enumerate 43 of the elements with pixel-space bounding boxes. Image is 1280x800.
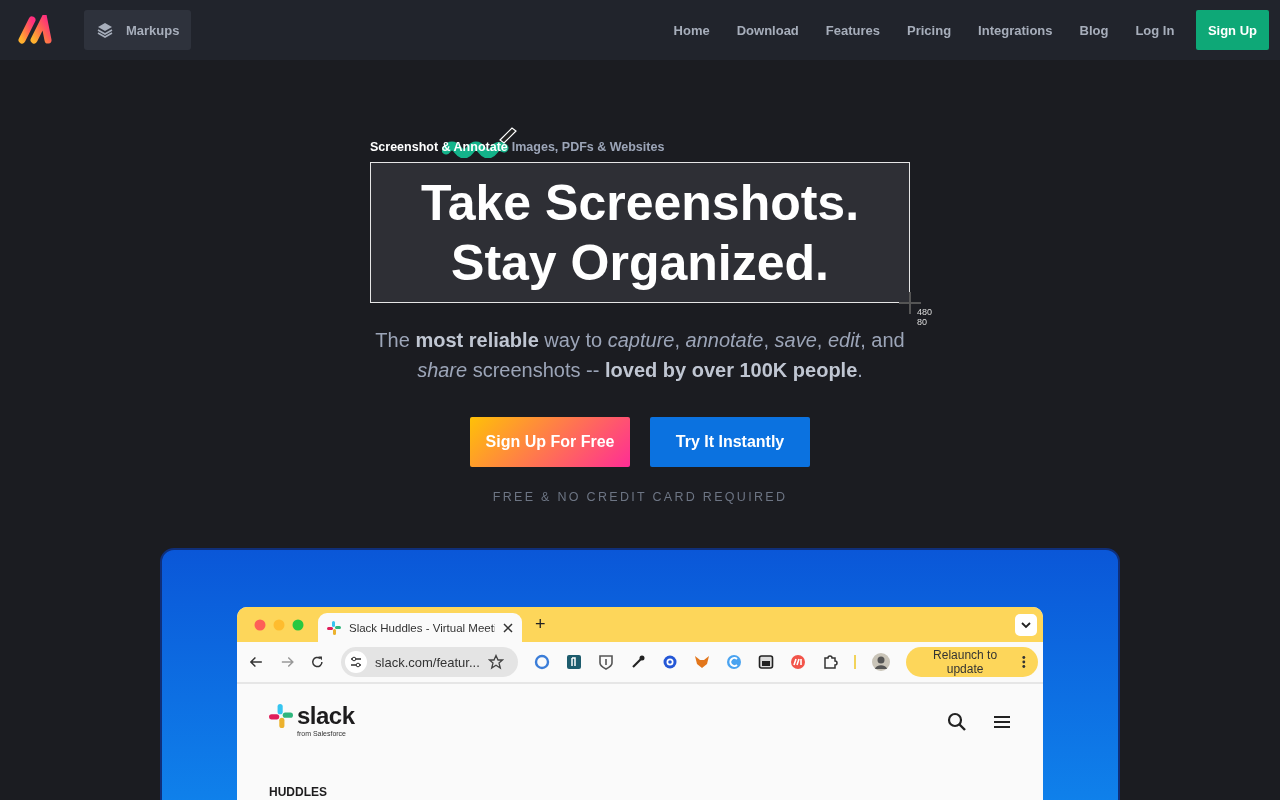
target-icon[interactable] [661,654,678,670]
markups-button[interactable]: Markups [84,10,192,50]
selection-size-label: 480 [917,307,933,317]
close-icon[interactable] [503,622,513,633]
disclaimer-note: FREE & NO CREDIT CARD REQUIRED [492,490,788,504]
layers-icon [96,21,114,39]
menu-icon[interactable] [993,714,1011,730]
address-bar[interactable]: slack.com/featur... [341,647,518,677]
star-icon[interactable] [487,654,504,670]
shield-icon[interactable] [597,654,614,670]
relaunch-button[interactable]: Relaunch to update [905,647,1038,677]
section-label: HUDDLES [269,785,328,799]
search-icon[interactable] [947,712,967,732]
hash-logo-icon [327,620,341,635]
headline: Take Screenshots. [420,173,860,233]
chevron-down-icon[interactable] [1015,613,1037,636]
subtitle: The most reliable way to capture, annotate, save, edit, and share screenshots -- loved by over 100K people. [374,328,906,383]
nav-link[interactable]: Integrations [964,22,1066,38]
new-tab-button[interactable]: + [535,607,546,642]
cta-button[interactable]: Try It Instantly [650,417,810,467]
hash-logo-icon [269,704,293,728]
extension-icon[interactable] [757,654,774,670]
nav-link[interactable]: Home [660,22,724,38]
nav-link[interactable]: Features [812,22,894,38]
eyebrow-heading: Screenshot & Annotate [370,140,508,154]
extension-icon[interactable] [565,654,582,670]
back-arrow-icon[interactable] [249,654,264,670]
puzzle-icon[interactable] [821,654,838,670]
nav-link[interactable]: Pricing [893,22,965,38]
more-vertical-icon [1022,655,1026,669]
selection-size-label: 80 [917,317,928,327]
site-settings-icon [345,651,367,673]
fox-icon[interactable] [693,654,710,670]
forward-arrow-icon[interactable] [279,654,295,670]
avatar-icon[interactable] [871,653,890,671]
browser-tab[interactable]: Slack Huddles - Virtual Meeti [318,613,522,642]
site-logo-wordmark: slack [297,702,355,730]
eyebrow-subheading: Images, PDFs & Websites [511,140,665,154]
nav-link[interactable]: Download [723,22,813,38]
headline: Stay Organized. [451,233,829,293]
nav-link[interactable]: Log In [1121,22,1188,38]
nav-link[interactable]: Blog [1066,22,1122,38]
reload-icon[interactable] [310,654,325,670]
